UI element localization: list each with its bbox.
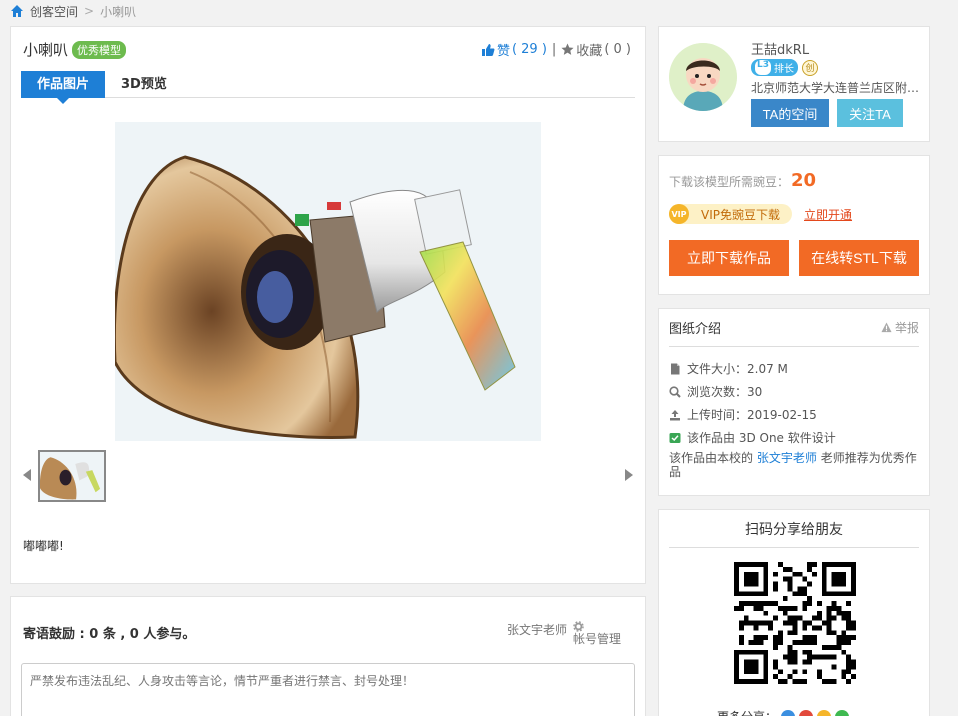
work-actions: 赞 ( 29 ) | 收藏 ( 0 ) — [481, 40, 631, 59]
upload-icon — [669, 409, 681, 421]
profile-buttons: TA的空间 关注TA — [751, 99, 903, 127]
file-icon — [669, 363, 681, 375]
comment-user-name: 张文宇老师 — [506, 623, 567, 637]
comment-user: 张文宇老师 帐号管理 — [507, 621, 621, 646]
qr-code — [734, 562, 856, 684]
work-description: 嘟嘟嘟! — [23, 539, 64, 553]
thumbs-up-icon — [481, 43, 495, 56]
star-icon — [561, 43, 574, 55]
level-title: 排长 — [774, 64, 794, 75]
info-software: 该作品由 3D One 软件设计 — [669, 426, 921, 449]
gear-icon — [573, 621, 584, 632]
vip-icon: VIP — [669, 204, 689, 224]
breadcrumb-home-link[interactable]: 创客空间 — [30, 3, 78, 20]
info-text: 该作品由 3D One 软件设计 — [687, 431, 836, 445]
share-title: 扫码分享给朋友 — [669, 510, 919, 548]
download-cost-value: 20 — [791, 170, 817, 191]
level-badge: L3 排长 — [751, 59, 798, 76]
author-badges: L3 排长 创 — [751, 59, 818, 76]
favorite-label: 收藏 — [576, 44, 603, 59]
maker-badge-icon: 创 — [802, 59, 818, 76]
views-icon — [669, 385, 681, 398]
home-icon[interactable] — [10, 4, 24, 18]
breadcrumb-current: 小喇叭 — [100, 4, 137, 19]
report-link[interactable]: 举报 — [881, 319, 919, 336]
follow-button[interactable]: 关注TA — [837, 99, 903, 127]
share-card: 扫码分享给朋友 更多分享： — [658, 509, 930, 716]
work-panel: 小喇叭 优秀模型 赞 ( 29 ) | 收藏 ( 0 ) 作品图片 3D预览 嘟… — [10, 26, 646, 584]
comments-panel: 寄语鼓励 : 0 条 , 0 人参与。 张文宇老师 帐号管理 — [10, 596, 646, 716]
recommend-note: 该作品由本校的 张文宇老师 老师推荐为优秀作品 — [669, 451, 921, 479]
preview-tabs: 作品图片 3D预览 — [21, 71, 635, 104]
drawing-info-card: 图纸介绍 举报 文件大小：2.07 M 浏览次数：30 上传时间：2019-02… — [658, 308, 930, 496]
comment-input[interactable] — [21, 663, 635, 716]
vip-free-label: VIP免豌豆下载 — [701, 207, 780, 222]
report-label: 举报 — [894, 321, 919, 335]
info-views: 浏览次数：30 — [669, 380, 921, 403]
level-number: L3 — [755, 60, 771, 75]
vip-open-link[interactable]: 立即开通 — [804, 206, 852, 223]
weibo-share-icon[interactable] — [799, 709, 814, 716]
info-text: 浏览次数：30 — [687, 385, 763, 399]
stl-download-button[interactable]: 在线转STL下载 — [799, 240, 919, 276]
comments-title: 寄语鼓励 : 0 条 , 0 人参与。 — [23, 627, 196, 642]
breadcrumb-separator: > — [84, 4, 95, 18]
more-share: 更多分享： — [717, 708, 850, 716]
download-card: 下载该模型所需豌豆： 20 VIP VIP免豌豆下载 立即开通 立即下载作品 在… — [658, 155, 930, 295]
qq-share-icon[interactable] — [781, 709, 796, 716]
author-name[interactable]: 王喆dkRL — [751, 39, 809, 58]
avatar[interactable] — [669, 43, 737, 111]
info-header: 图纸介绍 举报 — [669, 309, 919, 347]
warning-icon — [881, 322, 892, 333]
work-title: 小喇叭 — [23, 41, 69, 59]
author-profile-card: 王喆dkRL L3 排长 创 北京师范大学大连普兰店区附属学校 TA的空间 关注… — [658, 26, 930, 142]
software-icon — [669, 432, 681, 444]
info-title: 图纸介绍 — [669, 322, 722, 337]
download-cost: 下载该模型所需豌豆： 20 — [669, 170, 816, 191]
recommend-prefix: 该作品由本校的 — [669, 451, 754, 465]
prev-arrow-icon[interactable] — [23, 469, 31, 481]
author-school: 北京师范大学大连普兰店区附属学校 — [751, 81, 923, 95]
vip-free-download[interactable]: VIP VIP免豌豆下载 — [669, 204, 792, 224]
recommend-teacher-link[interactable]: 张文宇老师 — [757, 451, 817, 465]
thumbnail-image[interactable] — [38, 450, 106, 502]
favorite-button[interactable]: 收藏 ( 0 ) — [561, 40, 631, 59]
info-file-size: 文件大小：2.07 M — [669, 357, 921, 380]
model-preview-image — [115, 122, 541, 441]
info-text: 上传时间：2019-02-15 — [687, 408, 817, 422]
like-count: ( 29 ) — [511, 42, 547, 57]
work-title-row: 小喇叭 优秀模型 — [23, 39, 127, 60]
wechat-share-icon[interactable] — [835, 709, 850, 716]
account-manage-label: 帐号管理 — [572, 632, 621, 646]
action-divider: | — [551, 42, 557, 57]
visit-space-button[interactable]: TA的空间 — [751, 99, 829, 127]
info-text: 文件大小：2.07 M — [687, 362, 788, 376]
download-cost-label: 下载该模型所需豌豆： — [669, 175, 790, 189]
like-label: 赞 — [496, 44, 510, 59]
account-manage-link[interactable]: 帐号管理 — [573, 621, 621, 646]
favorite-count: ( 0 ) — [604, 42, 631, 57]
tab-work-images[interactable]: 作品图片 — [21, 71, 106, 104]
download-work-button[interactable]: 立即下载作品 — [669, 240, 789, 276]
breadcrumb: 创客空间 > 小喇叭 — [10, 0, 136, 22]
qzone-share-icon[interactable] — [817, 709, 832, 716]
download-buttons: 立即下载作品 在线转STL下载 — [669, 240, 919, 276]
vip-row: VIP VIP免豌豆下载 立即开通 — [669, 204, 852, 224]
thumbnail-strip — [21, 447, 635, 503]
info-upload-time: 上传时间：2019-02-15 — [669, 403, 921, 426]
next-arrow-icon[interactable] — [625, 469, 633, 481]
excellent-model-badge: 优秀模型 — [72, 40, 127, 59]
tab-3d-preview[interactable]: 3D预览 — [105, 71, 183, 98]
more-share-label: 更多分享： — [717, 708, 777, 716]
like-button[interactable]: 赞 ( 29 ) — [481, 40, 547, 59]
info-list: 文件大小：2.07 M 浏览次数：30 上传时间：2019-02-15 该作品由… — [669, 357, 921, 479]
